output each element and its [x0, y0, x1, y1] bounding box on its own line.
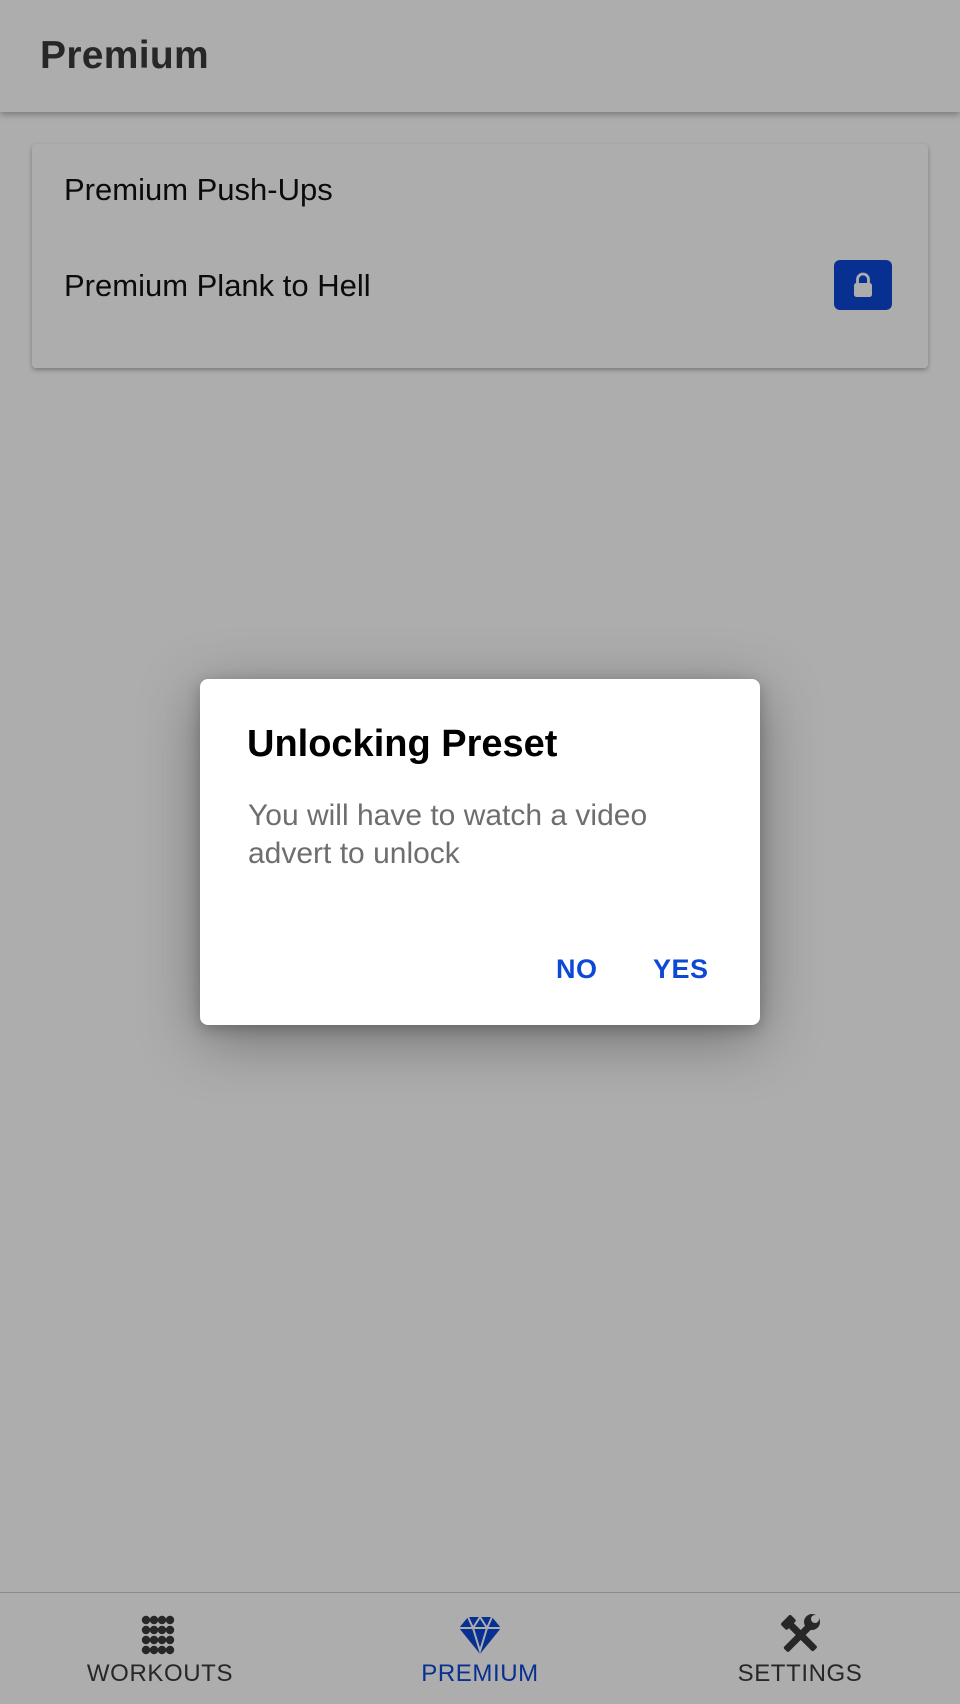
unlock-dialog: Unlocking Preset You will have to watch … — [200, 679, 760, 1025]
no-button[interactable]: NO — [556, 949, 598, 989]
app-screen: Premium Premium Push-Ups Premium Plank t… — [0, 0, 960, 1704]
dialog-title: Unlocking Preset — [247, 723, 558, 765]
dialog-message: You will have to watch a video advert to… — [248, 799, 648, 870]
yes-button[interactable]: YES — [653, 949, 709, 989]
